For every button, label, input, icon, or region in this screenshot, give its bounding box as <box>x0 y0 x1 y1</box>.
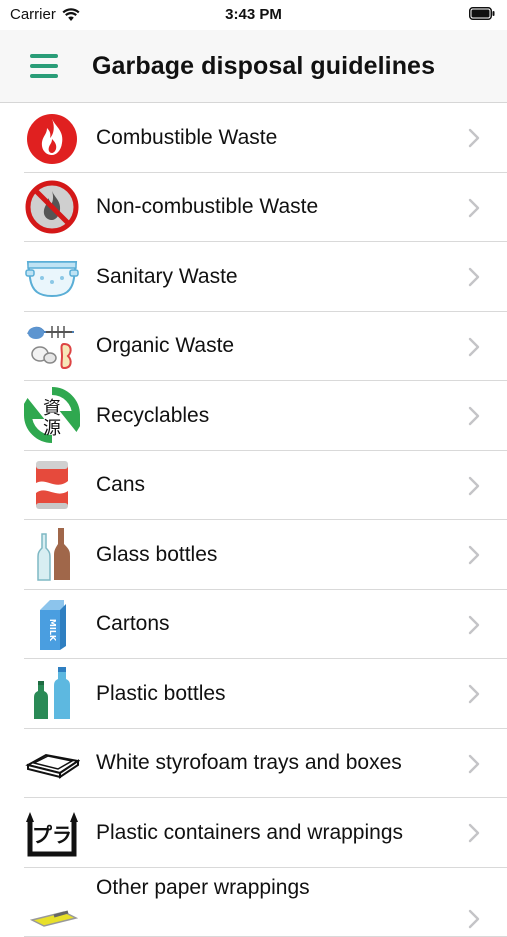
plastic-bottles-icon <box>24 665 80 721</box>
plastic-mark-text: プラ <box>32 823 72 847</box>
list-item-label: Recyclables <box>96 404 209 428</box>
list-item-styrofoam-trays[interactable]: White styrofoam trays and boxes <box>0 729 507 799</box>
chevron-right-icon <box>467 753 481 775</box>
navigation-bar: Garbage disposal guidelines <box>0 30 507 103</box>
list-item-label: Combustible Waste <box>96 126 277 150</box>
list-item-glass-bottles[interactable]: Glass bottles <box>0 520 507 590</box>
list-item-recyclables[interactable]: 資 源 Recyclables <box>0 381 507 451</box>
milk-carton-icon: MILK <box>24 596 80 652</box>
chevron-right-icon <box>467 127 481 149</box>
hamburger-menu-icon[interactable] <box>26 50 62 82</box>
chevron-right-icon <box>467 336 481 358</box>
fire-icon <box>24 109 80 165</box>
list-item-other-paper-wrappings[interactable]: Other paper wrappings <box>0 868 507 937</box>
clock: 3:43 PM <box>0 6 507 23</box>
list-item-non-combustible-waste[interactable]: Non-combustible Waste <box>0 173 507 243</box>
paper-wrapping-icon <box>24 874 80 930</box>
diaper-icon <box>24 248 80 304</box>
styrofoam-tray-icon <box>24 735 80 791</box>
carton-text: MILK <box>48 618 57 641</box>
page-title: Garbage disposal guidelines <box>92 52 435 81</box>
glass-bottles-icon <box>24 526 80 582</box>
list-item-label: Glass bottles <box>96 543 217 567</box>
list-item-label: Cartons <box>96 612 170 636</box>
battery-icon <box>469 7 495 20</box>
list-item-label: Plastic bottles <box>96 682 226 706</box>
list-item-label: Plastic containers and wrappings <box>96 821 403 845</box>
list-item-cans[interactable]: Cans <box>0 451 507 521</box>
chevron-right-icon <box>467 475 481 497</box>
recycle-text-top: 資 <box>43 398 61 419</box>
chevron-right-icon <box>467 614 481 636</box>
list-item-plastic-bottles[interactable]: Plastic bottles <box>0 659 507 729</box>
list-item-label: Other paper wrappings <box>96 876 310 900</box>
list-item-label: Organic Waste <box>96 334 234 358</box>
food-scraps-icon <box>24 318 80 374</box>
list-item-sanitary-waste[interactable]: Sanitary Waste <box>0 242 507 312</box>
list-item-plastic-containers[interactable]: プラ Plastic containers and wrappings <box>0 798 507 868</box>
chevron-right-icon <box>467 405 481 427</box>
can-icon <box>24 457 80 513</box>
list-item-label: Sanitary Waste <box>96 265 238 289</box>
no-fire-icon <box>24 179 80 235</box>
chevron-right-icon <box>467 822 481 844</box>
chevron-right-icon <box>467 197 481 219</box>
list-item-combustible-waste[interactable]: Combustible Waste <box>0 103 507 173</box>
chevron-right-icon <box>467 544 481 566</box>
chevron-right-icon <box>467 266 481 288</box>
list-item-label: Cans <box>96 473 145 497</box>
list-item-cartons[interactable]: MILK Cartons <box>0 590 507 660</box>
chevron-right-icon <box>467 908 481 930</box>
list-item-label: White styrofoam trays and boxes <box>96 751 402 775</box>
plastic-recycle-mark-icon: プラ <box>24 804 80 860</box>
list-item-organic-waste[interactable]: Organic Waste <box>0 312 507 382</box>
chevron-right-icon <box>467 683 481 705</box>
recycle-resources-icon: 資 源 <box>24 387 80 443</box>
list-item-label: Non-combustible Waste <box>96 195 318 219</box>
recycle-text-bottom: 源 <box>43 418 61 439</box>
status-bar: Carrier 3:43 PM <box>0 0 507 30</box>
category-list: Combustible Waste Non-combustible Waste … <box>0 103 507 937</box>
